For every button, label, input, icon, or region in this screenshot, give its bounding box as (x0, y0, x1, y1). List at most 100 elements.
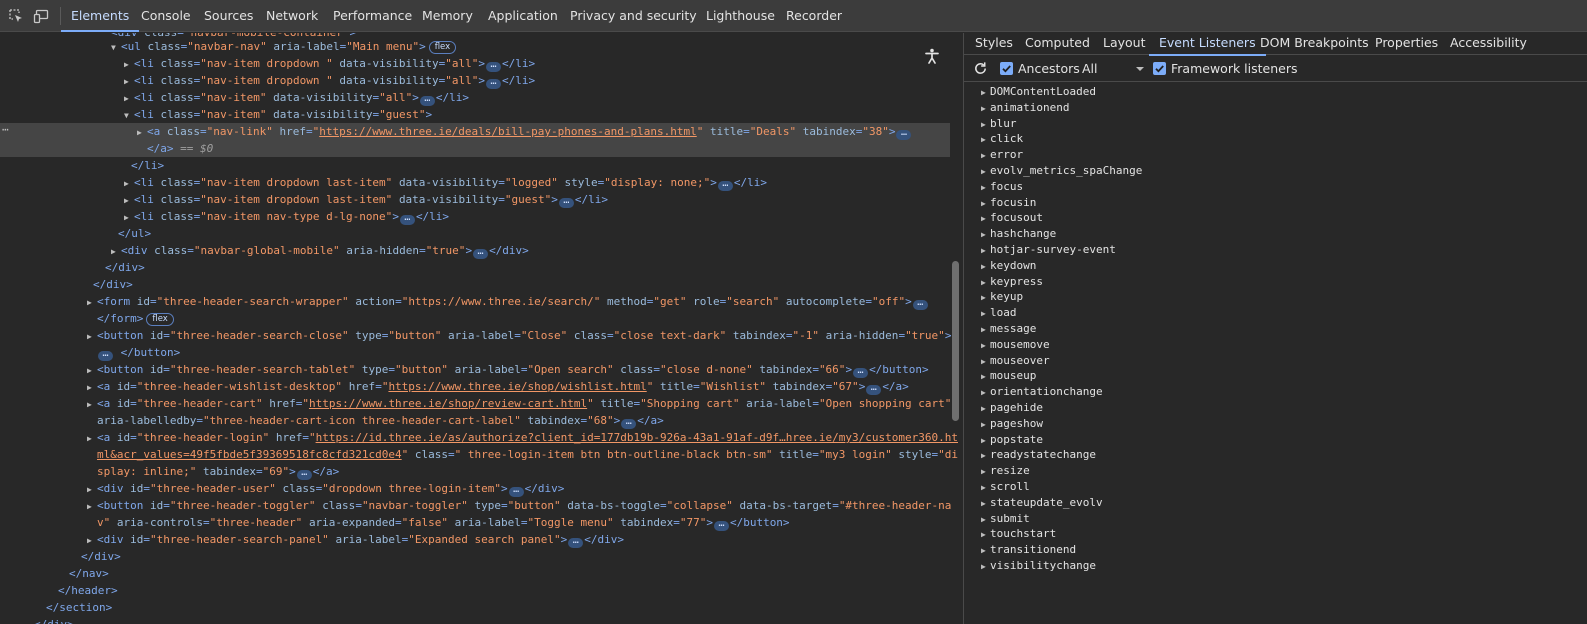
dom-node[interactable]: ▶ <div class="navbar-global-mobile" aria-… (0, 242, 950, 259)
expand-triangle-icon[interactable]: ▶ (981, 227, 990, 243)
expand-triangle-icon[interactable]: ▶ (981, 417, 990, 433)
ancestors-checkbox[interactable] (1000, 62, 1013, 75)
expand-ellipsis[interactable]: … (296, 468, 312, 480)
event-listener-item[interactable]: ▶ mousemove (981, 337, 1050, 353)
dom-node[interactable]: </ul> (0, 225, 950, 242)
expand-triangle-icon[interactable]: ▶ (981, 496, 990, 512)
dom-node[interactable]: </form> flex (0, 310, 950, 327)
dom-node[interactable]: ▶ <li class="nav-item dropdown last-item"… (0, 174, 950, 191)
expand-triangle-icon[interactable]: ▶ (981, 385, 990, 401)
dom-node[interactable]: v" aria-controls="three-header" aria-exp… (0, 514, 950, 531)
tab-accessibility[interactable]: Accessibility (1440, 33, 1537, 55)
expand-triangle-icon[interactable]: ▶ (981, 448, 990, 464)
tab-event-listeners[interactable]: Event Listeners (1149, 33, 1266, 56)
tab-properties[interactable]: Properties (1365, 33, 1448, 55)
event-listener-item[interactable]: ▶ evolv_metrics_spaChange (981, 163, 1142, 179)
expand-triangle-icon[interactable]: ▶ (981, 196, 990, 212)
framework-listeners-checkbox[interactable] (1153, 62, 1166, 75)
expand-triangle-icon[interactable]: ▶ (981, 132, 990, 148)
flex-badge[interactable]: flex (146, 313, 174, 326)
tab-recorder[interactable]: Recorder (776, 0, 852, 32)
event-listener-item[interactable]: ▶ DOMContentLoaded (981, 84, 1096, 100)
expand-triangle-icon[interactable]: ▶ (981, 480, 990, 496)
expand-triangle-icon[interactable]: ▶ (981, 148, 990, 164)
dom-node[interactable]: aria-labelledby="three-header-cart-icon … (0, 412, 950, 429)
expand-ellipsis[interactable]: … (473, 247, 489, 259)
dom-node[interactable]: ▶ <div id="three-header-search-panel" ari… (0, 531, 950, 548)
expand-triangle-icon[interactable]: ▶ (981, 290, 990, 306)
link-login-cont[interactable]: ml&acr_values=49f5fbde5f39369518fc8cfd32… (97, 448, 402, 461)
tab-layout[interactable]: Layout (1093, 33, 1156, 55)
event-listener-item[interactable]: ▶ transitionend (981, 542, 1076, 558)
tab-dom-breakpoints[interactable]: DOM Breakpoints (1250, 33, 1379, 55)
event-listener-item[interactable]: ▶ scroll (981, 479, 1030, 495)
expand-triangle-icon[interactable]: ▶ (981, 101, 990, 117)
dom-node[interactable]: ▶ <button id="three-header-search-close" … (0, 327, 951, 344)
expand-triangle-icon[interactable]: ▶ (981, 512, 990, 528)
link-wishlist[interactable]: https://www.three.ie/shop/wishlist.html (388, 380, 646, 393)
event-listener-item[interactable]: ▶ keyup (981, 289, 1023, 305)
dom-node[interactable]: </div> (0, 259, 950, 276)
listener-filter-select[interactable]: All (1082, 61, 1144, 76)
expand-triangle-icon[interactable]: ▶ (981, 259, 990, 275)
dom-node[interactable]: ▶ <li class="nav-item" data-visibility="a… (0, 89, 950, 106)
dom-node-selected[interactable]: ▶ <a class="nav-link" href="https://www.t… (0, 123, 950, 140)
expand-ellipsis[interactable]: … (486, 60, 502, 72)
tab-memory[interactable]: Memory (412, 0, 483, 32)
expand-triangle-icon[interactable]: ▶ (981, 559, 990, 575)
link-login[interactable]: https://id.three.ie/as/authorize?client_… (316, 431, 958, 444)
event-listener-item[interactable]: ▶ pagehide (981, 400, 1043, 416)
expand-ellipsis[interactable]: … (508, 485, 524, 497)
expand-triangle-icon[interactable]: ▶ (981, 243, 990, 259)
expand-triangle-icon[interactable]: ▶ (981, 306, 990, 322)
expand-ellipsis[interactable]: … (558, 196, 574, 208)
event-listener-item[interactable]: ▶ animationend (981, 100, 1069, 116)
event-listener-item[interactable]: ▶ mouseup (981, 368, 1036, 384)
tab-performance[interactable]: Performance (323, 0, 422, 32)
dom-node[interactable]: ▶ <form id="three-header-search-wrapper" … (0, 293, 950, 310)
expand-ellipsis[interactable]: … (896, 128, 912, 140)
flex-badge[interactable]: flex (428, 41, 457, 54)
tab-elements[interactable]: Elements (61, 0, 140, 32)
expand-ellipsis[interactable]: … (853, 366, 869, 378)
dom-node[interactable]: ▼ <ul class="navbar-nav" aria-label="Main… (0, 38, 950, 55)
tab-sources[interactable]: Sources (194, 0, 263, 32)
dom-node[interactable]: ▶ <div id="three-header-user" class="drop… (0, 480, 950, 497)
expand-ellipsis[interactable]: … (568, 536, 584, 548)
expand-triangle-icon[interactable]: ▶ (981, 464, 990, 480)
dom-node[interactable]: ml&acr_values=49f5fbde5f39369518fc8cfd32… (0, 446, 958, 463)
expand-triangle-icon[interactable]: ▶ (981, 354, 990, 370)
dom-node[interactable]: </div> (0, 548, 950, 565)
tab-privacy-and-security[interactable]: Privacy and security (560, 0, 707, 32)
expand-triangle-icon[interactable]: ▶ (981, 322, 990, 338)
dom-node[interactable]: </nav> (0, 565, 950, 582)
link-cart[interactable]: https://www.three.ie/shop/review-cart.ht… (309, 397, 587, 410)
dom-node[interactable]: ▶ <button id="three-header-search-tablet"… (0, 361, 950, 378)
event-listener-item[interactable]: ▶ stateupdate_evolv (981, 495, 1103, 511)
dom-node[interactable]: </li> (0, 157, 950, 174)
dom-node[interactable]: splay: inline;" tabindex="69">… </a> (0, 463, 950, 480)
event-listener-item[interactable]: ▶ readystatechange (981, 447, 1096, 463)
expand-triangle-icon[interactable]: ▶ (981, 401, 990, 417)
dom-node[interactable]: ▶ <li class="nav-item nav-type d-lg-none"… (0, 208, 950, 225)
node-actions-icon[interactable]: ⋯ (2, 123, 9, 136)
event-listener-item[interactable]: ▶ submit (981, 511, 1030, 527)
event-listener-item[interactable]: ▶ error (981, 147, 1023, 163)
expand-triangle-icon[interactable]: ▶ (981, 275, 990, 291)
dom-node[interactable]: ▶ <button id="three-header-toggler" class… (0, 497, 951, 514)
dom-tree[interactable]: <div class="navbar-mobile-container"> ▼<… (0, 33, 963, 624)
event-listener-item[interactable]: ▶ load (981, 305, 1017, 321)
expand-ellipsis[interactable]: … (912, 298, 928, 310)
accessibility-tree-icon[interactable] (923, 47, 941, 65)
event-listener-item[interactable]: ▶ hotjar-survey-event (981, 242, 1116, 258)
dom-node[interactable]: ▶ <a id="three-header-wishlist-desktop" h… (0, 378, 950, 395)
event-listener-item[interactable]: ▶ keypress (981, 274, 1043, 290)
expand-triangle-icon[interactable]: ▶ (981, 338, 990, 354)
event-listener-item[interactable]: ▶ focusout (981, 210, 1043, 226)
event-listener-item[interactable]: ▶ visibilitychange (981, 558, 1096, 574)
dom-node[interactable]: ▶ <li class="nav-item dropdown " data-vis… (0, 72, 950, 89)
dom-node[interactable]: </section> (0, 599, 950, 616)
tab-computed[interactable]: Computed (1015, 33, 1100, 55)
event-listener-item[interactable]: ▶ focus (981, 179, 1023, 195)
expand-ellipsis[interactable]: … (713, 519, 729, 531)
